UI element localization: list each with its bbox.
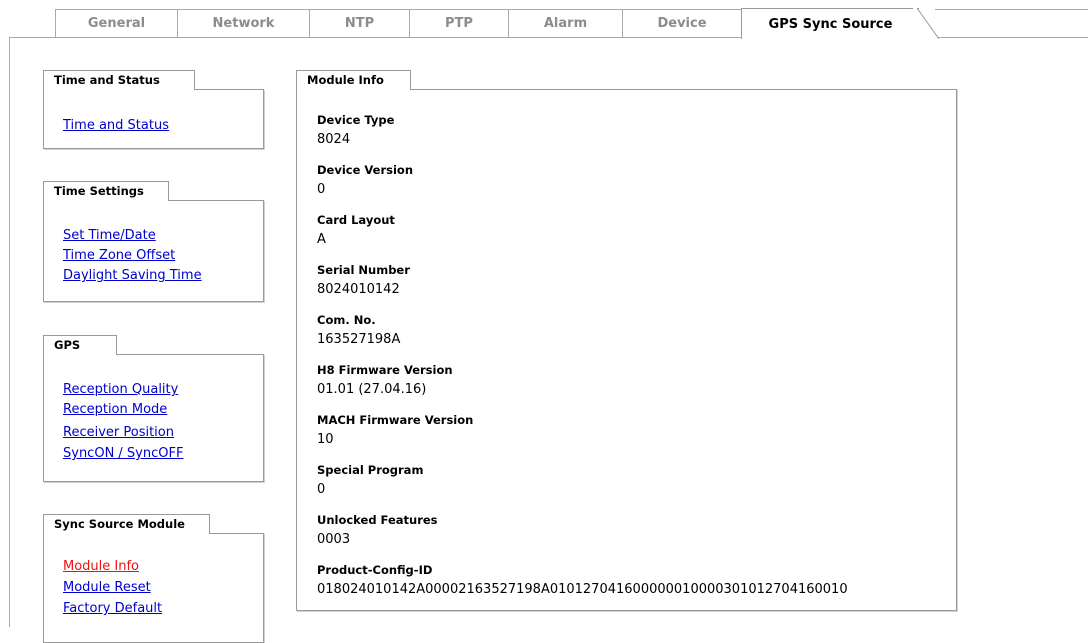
field-label-unlocked-features: Unlocked Features (317, 513, 438, 527)
sync-source-box-title: Sync Source Module (43, 514, 210, 534)
tab-label: Network (212, 16, 275, 31)
tab-device[interactable]: Device (622, 9, 742, 37)
field-value-product-config-id: 018024010142A00002163527198A010127041600… (317, 582, 848, 597)
box-title-text: Sync Source Module (54, 517, 185, 531)
time-settings-box-title: Time Settings (43, 181, 169, 201)
module-info-panel: Device Type 8024 Device Version 0 Card L… (296, 89, 957, 611)
field-value-card-layout: A (317, 232, 326, 247)
field-label-card-layout: Card Layout (317, 213, 395, 227)
tab-label: NTP (344, 16, 375, 31)
field-value-special-program: 0 (317, 482, 326, 497)
field-value-serial-number: 8024010142 (317, 282, 400, 297)
box-title-text: Time Settings (54, 184, 144, 198)
tab-network[interactable]: Network (177, 9, 310, 37)
tab-label: Alarm (543, 16, 588, 31)
link-reception-mode[interactable]: Reception Mode (63, 400, 167, 420)
tab-label: PTP (445, 16, 473, 31)
link-set-time-date[interactable]: Set Time/Date (63, 226, 156, 246)
field-label-device-type: Device Type (317, 113, 395, 127)
content-frame: Time and Status Time and Status Time Set… (9, 37, 1088, 643)
module-info-box-title: Module Info (296, 70, 411, 90)
field-value-com-no: 163527198A (317, 332, 401, 347)
time-status-box: Time and Status (43, 89, 264, 149)
box-title-text: GPS (54, 338, 81, 352)
field-label-special-program: Special Program (317, 463, 424, 477)
field-value-h8-firmware: 01.01 (27.04.16) (317, 382, 427, 397)
tab-bar: General Network NTP PTP Alarm Device GPS… (0, 0, 1088, 39)
gps-box: Reception Quality Reception Mode Receive… (43, 354, 264, 482)
field-value-mach-firmware: 10 (317, 432, 334, 447)
field-value-device-version: 0 (317, 182, 326, 197)
field-label-product-config-id: Product-Config-ID (317, 563, 433, 577)
tab-label: GPS Sync Source (768, 16, 893, 32)
sync-source-box: Module Info Module Reset Factory Default (43, 533, 264, 643)
field-label-serial-number: Serial Number (317, 263, 410, 277)
link-reception-quality[interactable]: Reception Quality (63, 380, 178, 400)
tab-ntp[interactable]: NTP (309, 9, 410, 37)
tab-ptp[interactable]: PTP (409, 9, 509, 37)
field-value-device-type: 8024 (317, 132, 351, 147)
link-module-info[interactable]: Module Info (63, 557, 139, 577)
link-module-reset[interactable]: Module Reset (63, 578, 151, 598)
link-daylight-saving-time[interactable]: Daylight Saving Time (63, 266, 202, 286)
link-receiver-position[interactable]: Receiver Position (63, 423, 174, 443)
field-label-device-version: Device Version (317, 163, 414, 177)
active-tab-slant (913, 8, 939, 39)
tab-alarm[interactable]: Alarm (508, 9, 623, 37)
time-status-box-title: Time and Status (43, 70, 195, 90)
box-title-text: Module Info (307, 73, 384, 87)
tab-gps-sync-source[interactable]: GPS Sync Source (741, 8, 919, 39)
tab-label: Device (657, 16, 707, 31)
field-label-mach-firmware: MACH Firmware Version (317, 413, 474, 427)
link-synconn-syncoff[interactable]: SyncON / SyncOFF (63, 444, 183, 464)
box-title-text: Time and Status (54, 73, 160, 87)
field-value-unlocked-features: 0003 (317, 532, 351, 547)
tab-bar-tail (935, 9, 1088, 38)
field-label-h8-firmware: H8 Firmware Version (317, 363, 453, 377)
time-settings-box: Set Time/Date Time Zone Offset Daylight … (43, 200, 264, 302)
tab-general[interactable]: General (55, 9, 178, 37)
tab-label: General (87, 16, 146, 31)
field-label-com-no: Com. No. (317, 313, 376, 327)
link-factory-default[interactable]: Factory Default (63, 599, 162, 619)
link-time-and-status[interactable]: Time and Status (63, 116, 169, 136)
link-time-zone-offset[interactable]: Time Zone Offset (63, 246, 175, 266)
gps-box-title: GPS (43, 335, 117, 355)
